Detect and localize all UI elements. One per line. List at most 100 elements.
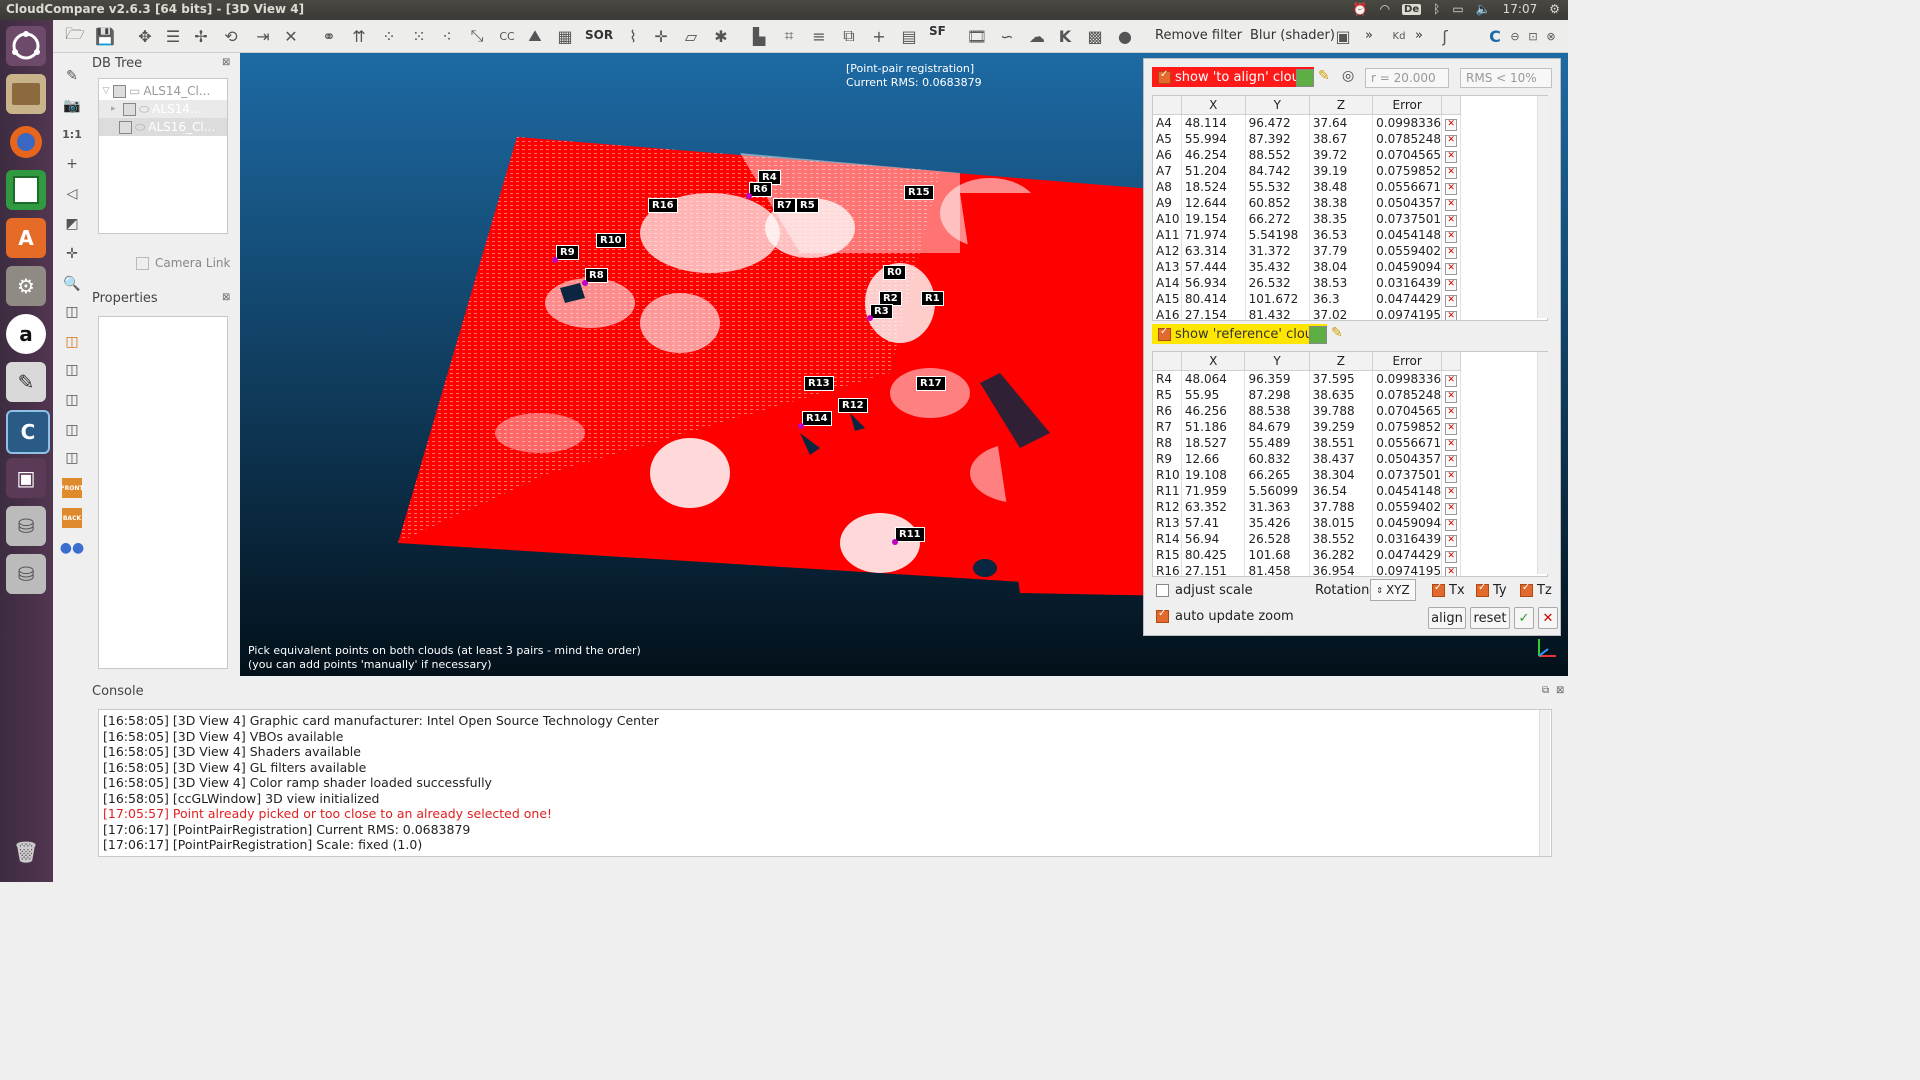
remove-point-icon[interactable]: ✕: [1445, 135, 1458, 147]
zoom-icon[interactable]: 🔍: [62, 274, 82, 294]
remove-point-icon[interactable]: ✕: [1445, 295, 1458, 307]
stack-icon[interactable]: ⧉: [839, 26, 859, 46]
console-scrollbar[interactable]: [1539, 710, 1550, 856]
stereo-icon[interactable]: ●●: [60, 538, 84, 558]
remove-point-icon[interactable]: ✕: [1445, 487, 1458, 499]
table-row[interactable]: A4 48.114 96.472 37.64 0.0998336 ✕: [1153, 114, 1461, 131]
remove-point-icon[interactable]: ✕: [1445, 183, 1458, 195]
table-row[interactable]: A15 80.414 101.672 36.3 0.0474429 ✕: [1153, 291, 1461, 307]
table-row[interactable]: A10 19.154 66.272 38.35 0.0737501 ✕: [1153, 211, 1461, 227]
list-icon[interactable]: ☰: [163, 26, 183, 46]
reference-color-icon[interactable]: [1309, 326, 1327, 344]
tz-checkbox[interactable]: Tz: [1520, 582, 1552, 598]
remove-point-icon[interactable]: ✕: [1445, 519, 1458, 531]
remove-point-icon[interactable]: ✕: [1445, 311, 1458, 320]
cancel-button[interactable]: ✕: [1538, 607, 1558, 629]
volume-icon[interactable]: 🔈: [1476, 2, 1491, 16]
kbox-icon[interactable]: K: [1055, 26, 1075, 46]
merge-icon[interactable]: ⚭: [319, 26, 339, 46]
table-row[interactable]: R11 71.959 5.56099 36.54 0.0454148 ✕: [1153, 483, 1461, 499]
rms-threshold-field[interactable]: RMS < 10%: [1460, 68, 1552, 88]
remove-point-icon[interactable]: ✕: [1445, 471, 1458, 483]
window-close-icon[interactable]: ⊗: [1541, 26, 1561, 46]
table-row[interactable]: A9 12.644 60.852 38.38 0.0504357 ✕: [1153, 195, 1461, 211]
point-label[interactable]: R9: [556, 245, 579, 260]
table-row[interactable]: R14 56.94 26.528 38.552 0.0316439 ✕: [1153, 531, 1461, 547]
remove-point-icon[interactable]: ✕: [1445, 567, 1458, 576]
table-row[interactable]: R6 46.256 88.538 39.788 0.0704565 ✕: [1153, 403, 1461, 419]
show-to-align-toggle[interactable]: show 'to align' cloud: [1152, 67, 1315, 87]
remove-point-icon[interactable]: ✕: [1445, 231, 1458, 243]
crosshair-icon[interactable]: +: [62, 154, 82, 174]
align-color-icon[interactable]: [1296, 69, 1314, 87]
radius-field[interactable]: r = 20.000: [1365, 68, 1449, 88]
battery-icon[interactable]: ▭: [1452, 2, 1463, 16]
table-row[interactable]: R9 12.66 60.832 38.437 0.0504357 ✕: [1153, 451, 1461, 467]
bluetooth-icon[interactable]: ᛒ: [1433, 2, 1440, 16]
table-row[interactable]: A13 57.444 35.432 38.04 0.0459094 ✕: [1153, 259, 1461, 275]
distance-icon[interactable]: ⤡: [467, 26, 487, 46]
texture-icon[interactable]: ▩: [1085, 26, 1105, 46]
show-reference-checkbox[interactable]: [1158, 326, 1171, 341]
camera-link-checkbox[interactable]: Camera Link: [136, 256, 230, 270]
text-editor-icon[interactable]: ✎: [6, 362, 46, 402]
toolbar-overflow-button-2[interactable]: »: [1415, 28, 1423, 43]
cross-section-icon[interactable]: ⌇: [623, 26, 643, 46]
disk-drive-icon-2[interactable]: ⛁: [6, 554, 46, 594]
curve-icon[interactable]: ʃ: [1435, 26, 1455, 46]
align-edit-icon[interactable]: ✎: [1318, 68, 1330, 84]
point-marker[interactable]: [892, 539, 898, 545]
camera-icon[interactable]: 📷: [62, 96, 82, 116]
remove-point-icon[interactable]: ✕: [1445, 119, 1458, 131]
remove-point-icon[interactable]: ✕: [1445, 151, 1458, 163]
files-app-icon[interactable]: [6, 74, 46, 114]
remove-point-icon[interactable]: ✕: [1445, 535, 1458, 547]
table-row[interactable]: R7 51.186 84.679 39.259 0.0759852 ✕: [1153, 419, 1461, 435]
pencil-icon[interactable]: ✎: [62, 66, 82, 86]
toolbar-overflow-button[interactable]: »: [1365, 28, 1373, 43]
point-label[interactable]: R14: [802, 411, 832, 426]
auto-update-zoom-checkbox[interactable]: auto update zoom: [1156, 608, 1294, 624]
point-label[interactable]: R8: [585, 268, 608, 283]
remove-point-icon[interactable]: ✕: [1445, 167, 1458, 179]
ty-checkbox[interactable]: Ty: [1476, 582, 1507, 598]
table-row[interactable]: A11 71.974 5.54198 36.53 0.0454148 ✕: [1153, 227, 1461, 243]
reference-edit-icon[interactable]: ✎: [1331, 325, 1343, 341]
point-marker[interactable]: [582, 280, 588, 286]
settings-gear-icon[interactable]: ⚙: [1549, 2, 1560, 16]
point-marker[interactable]: [746, 193, 752, 199]
workspace-switcher-icon[interactable]: ▣: [6, 458, 46, 498]
cc-logo-icon[interactable]: C: [1485, 26, 1505, 46]
histogram-icon[interactable]: ▙: [749, 26, 769, 46]
spreadsheet-app-icon[interactable]: [6, 170, 46, 210]
point-picking-icon[interactable]: ✥: [135, 26, 155, 46]
rotation-select[interactable]: ⇕ XYZ: [1370, 579, 1416, 601]
point-label[interactable]: R10: [596, 233, 626, 248]
table-row[interactable]: A5 55.994 87.392 38.67 0.0785248 ✕: [1153, 131, 1461, 147]
noise-icon[interactable]: ⁖: [437, 26, 457, 46]
table-row[interactable]: R13 57.41 35.426 38.015 0.0459094 ✕: [1153, 515, 1461, 531]
remove-point-icon[interactable]: ✕: [1445, 391, 1458, 403]
back-view-icon[interactable]: ◫: [62, 420, 82, 440]
plane-icon[interactable]: ▱: [681, 26, 701, 46]
table-row[interactable]: R5 55.95 87.298 38.635 0.0785248 ✕: [1153, 387, 1461, 403]
table-row[interactable]: R16 27.151 81.458 36.954 0.0974195 ✕: [1153, 563, 1461, 576]
table-row[interactable]: A12 63.314 31.372 37.79 0.0559402 ✕: [1153, 243, 1461, 259]
open-file-icon[interactable]: 🗁: [65, 24, 85, 46]
adjust-scale-checkbox[interactable]: adjust scale: [1156, 583, 1253, 598]
calculator-icon[interactable]: ▤: [899, 26, 919, 46]
lighting-icon[interactable]: ◩: [62, 214, 82, 234]
front-view-icon[interactable]: ◫: [62, 332, 82, 352]
align-sphere-icon[interactable]: ◎: [1342, 68, 1354, 84]
back-view-button[interactable]: BACK: [62, 508, 82, 528]
reset-button[interactable]: reset: [1470, 607, 1510, 629]
paint-icon[interactable]: ⛰: [525, 26, 545, 46]
tree-checkbox[interactable]: [119, 120, 132, 134]
tree-item[interactable]: ⬭ ALS16_Cl...: [99, 118, 227, 136]
point-marker[interactable]: [867, 315, 873, 321]
remove-point-icon[interactable]: ✕: [1445, 423, 1458, 435]
window-min-icon[interactable]: ⊖: [1505, 26, 1525, 46]
blur-shader-button[interactable]: Blur (shader): [1250, 28, 1335, 43]
segment-icon[interactable]: ⇥: [253, 26, 273, 46]
table-row[interactable]: R8 18.527 55.489 38.551 0.0556671 ✕: [1153, 435, 1461, 451]
